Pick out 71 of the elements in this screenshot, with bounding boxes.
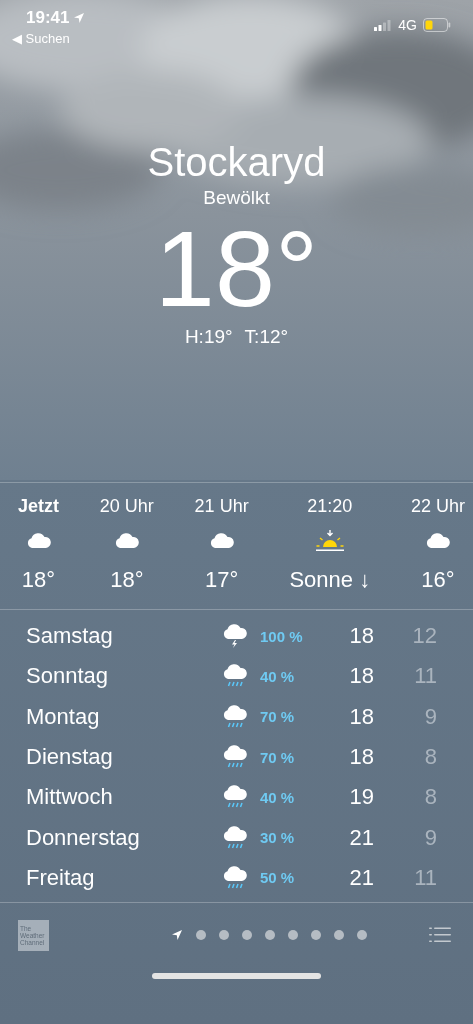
high-temperature: 21	[348, 864, 374, 891]
day-name: Donnerstag	[26, 824, 141, 851]
precipitation-chance: 70 %	[259, 708, 296, 726]
current-temperature: 18°	[154, 214, 319, 324]
precipitation-chance: 100 %	[259, 627, 304, 645]
low-temperature: 8	[423, 784, 437, 811]
page-dot[interactable]	[265, 930, 275, 941]
low-temperature: 9	[423, 824, 437, 851]
high-temperature: 18	[348, 744, 374, 771]
hour-temperature: 16°	[421, 566, 455, 594]
high-temperature: 19	[348, 784, 374, 811]
cloud-icon	[208, 533, 235, 549]
day-name: Mittwoch	[26, 784, 114, 811]
back-link[interactable]: ◀ Suchen	[12, 31, 86, 46]
low-temperature: 11	[413, 663, 437, 690]
day-name: Dienstag	[26, 744, 114, 771]
page-dot[interactable]	[311, 930, 321, 941]
network-label: 4G	[398, 17, 417, 33]
page-dot[interactable]	[196, 930, 206, 941]
rain-cloud-icon	[222, 704, 248, 729]
location-arrow-icon[interactable]	[171, 929, 183, 942]
precipitation-chance: 70 %	[259, 748, 296, 766]
high-temperature: 18	[348, 623, 374, 650]
precipitation-chance: 40 %	[259, 788, 296, 806]
rain-cloud-icon	[222, 825, 248, 850]
city-name: Stockaryd	[147, 139, 326, 186]
location-arrow-icon	[73, 12, 86, 24]
clock-time: 19:41	[26, 8, 70, 28]
rain-cloud-icon	[222, 664, 248, 689]
high-temperature: 18	[348, 703, 374, 730]
page-dot[interactable]	[357, 930, 367, 941]
high-temperature: 21	[348, 824, 374, 851]
precipitation-chance: 50 %	[259, 869, 296, 887]
sunset-icon	[315, 530, 344, 552]
hour-label: 20 Uhr	[99, 495, 154, 517]
low-temperature: 9	[423, 703, 437, 730]
thunder-cloud-icon	[222, 624, 248, 649]
hour-label: Jetzt	[18, 495, 59, 517]
page-dot[interactable]	[334, 930, 344, 941]
hour-temperature: 17°	[205, 566, 239, 594]
hour-temperature: 18°	[21, 566, 56, 594]
hour-label: 21 Uhr	[194, 495, 249, 517]
high-temperature: H:19°	[184, 326, 233, 348]
hour-label: 21:20	[307, 495, 353, 517]
page-dot[interactable]	[219, 930, 229, 941]
low-temperature: 11	[413, 864, 437, 891]
precipitation-chance: 30 %	[259, 829, 296, 847]
high-temperature: 18	[348, 663, 374, 690]
day-name: Freitag	[26, 864, 96, 891]
list-icon[interactable]	[429, 927, 451, 944]
day-name: Montag	[26, 703, 101, 730]
rain-cloud-icon	[222, 865, 248, 890]
cloud-icon	[113, 533, 140, 549]
rain-cloud-icon	[222, 785, 248, 810]
cloud-icon	[25, 533, 52, 549]
hour-temperature: Sonne ↓	[289, 566, 371, 594]
day-name: Sonntag	[26, 663, 109, 690]
hour-label: 22 Uhr	[410, 495, 465, 517]
low-temperature: T:12°	[244, 326, 289, 348]
hour-temperature: 18°	[110, 566, 144, 594]
rain-cloud-icon	[222, 745, 248, 770]
page-dot[interactable]	[242, 930, 252, 941]
precipitation-chance: 40 %	[259, 667, 296, 685]
low-temperature: 8	[423, 744, 437, 771]
cloud-icon	[424, 533, 451, 549]
signal-icon	[374, 19, 393, 31]
day-name: Samstag	[26, 623, 114, 650]
low-temperature: 12	[411, 623, 437, 650]
battery-icon	[423, 18, 451, 32]
page-dot[interactable]	[288, 930, 298, 941]
weather-condition: Bewölkt	[203, 186, 270, 210]
